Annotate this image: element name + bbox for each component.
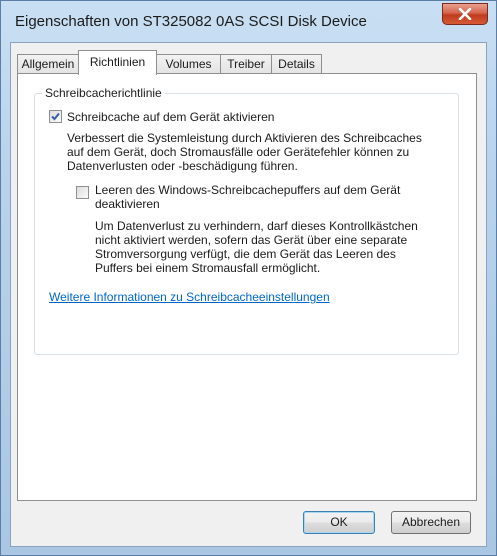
title-bar[interactable]: Eigenschaften von ST325082 0AS SCSI Disk… [1,1,496,43]
ok-button[interactable]: OK [303,511,375,534]
write-cache-description-line-1: Verbessert die Systemleistung durch Akti… [67,131,422,145]
window-title: Eigenschaften von ST325082 0AS SCSI Disk… [15,13,367,30]
cancel-button[interactable]: Abbrechen [391,511,471,534]
tab-volumes[interactable]: Volumes [156,54,221,74]
write-cache-description-line-3: Datenverlusten oder -beschädigung führen… [67,159,298,173]
flush-description-line-4: Puffers bei einem Stromausfall ermöglich… [95,261,321,275]
flush-buffer-checkbox[interactable] [76,186,89,199]
flush-description-line-3: Stromversorgung verfügt, die dem Gerät d… [95,247,396,261]
close-button[interactable] [442,3,488,25]
dialog-client-area: Allgemein Richtlinien Volumes Treiber De… [10,42,487,547]
flush-buffer-label-line-2[interactable]: deaktivieren [95,197,160,211]
flush-buffer-label-line-1[interactable]: Leeren des Windows-Schreibcachepuffers a… [95,183,400,197]
flush-description-line-2: nicht aktiviert werden, sofern das Gerät… [95,233,408,247]
tab-allgemein[interactable]: Allgemein [17,54,79,74]
tab-richtlinien[interactable]: Richtlinien [78,50,157,75]
tab-treiber[interactable]: Treiber [220,54,272,74]
close-icon [458,8,472,20]
write-cache-label[interactable]: Schreibcache auf dem Gerät aktivieren [67,110,274,124]
write-cache-description-line-2: auf dem Gerät, doch Stromausfälle oder G… [67,145,410,159]
checkmark-icon [51,112,60,121]
tab-details[interactable]: Details [271,54,322,74]
properties-dialog: Eigenschaften von ST325082 0AS SCSI Disk… [0,0,497,556]
more-info-link[interactable]: Weitere Informationen zu Schreibcacheein… [49,290,330,304]
group-title: Schreibcacherichtlinie [42,86,165,100]
write-cache-checkbox[interactable] [49,110,62,123]
flush-description-line-1: Um Datenverlust zu verhindern, darf dies… [95,219,418,233]
